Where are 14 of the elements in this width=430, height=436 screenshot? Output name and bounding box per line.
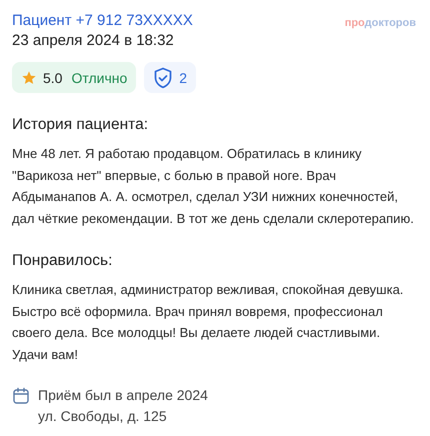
review-date: 23 апреля 2024 в 18:32 bbox=[12, 32, 174, 49]
section-text: Мне 48 лет. Я работаю продавцом. Обратилась в клинику "Варикоза нет" впервые, с болью в правой ноге. Врач Абдыманапов А. А. осмотрел, сделал УЗИ нижних конечностей, дал чёткие рекомендации. В тот же день сделали склеротерапию. bbox=[12, 145, 415, 228]
section-heading: Понравилось: bbox=[12, 252, 112, 270]
verified-badge: 2 bbox=[144, 62, 196, 93]
author-link[interactable]: Пациент +7 912 73XXXXX bbox=[12, 12, 193, 29]
clinic-address: ул. Свободы, д. 125 bbox=[38, 408, 167, 424]
shield-check-icon bbox=[153, 66, 174, 88]
star-icon bbox=[21, 70, 37, 86]
calendar-icon bbox=[12, 387, 30, 405]
rating-badge: 5.0 Отлично bbox=[12, 62, 136, 93]
logo: продокторов bbox=[344, 17, 416, 29]
visit-date: Приём был в апреле 2024 bbox=[38, 387, 208, 403]
section-heading: История пациента: bbox=[12, 116, 148, 134]
section-text: Клиника светлая, администратор вежливая, спокойная девушка. Быстро всё оформила. Врач принял вовремя, профессионал своего дела. Все молодцы! Вы делаете людей счастливыми. Удачи вам! bbox=[12, 281, 404, 364]
